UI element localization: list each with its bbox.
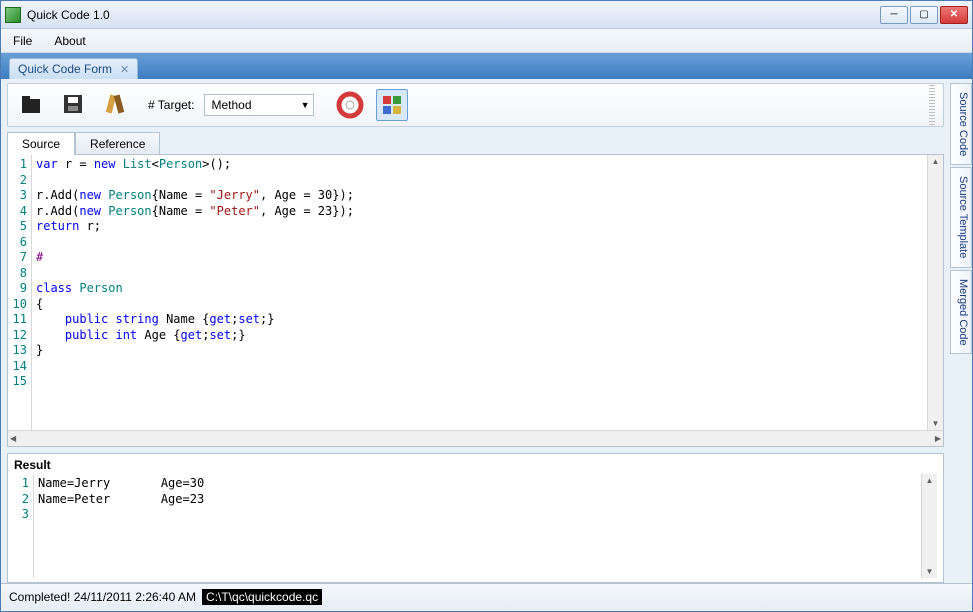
doc-tab-quickcodeform[interactable]: Quick Code Form ✕	[9, 58, 138, 79]
menu-file[interactable]: File	[9, 32, 36, 50]
target-value: Method	[211, 98, 251, 112]
side-tab-source-code[interactable]: Source Code	[950, 83, 972, 165]
doc-tab-label: Quick Code Form	[18, 62, 112, 76]
code-editor[interactable]: 123456789101112131415 var r = new List<P…	[7, 154, 944, 447]
result-scrollbar-vertical[interactable]: ▲ ▼	[921, 474, 937, 578]
side-tab-source-template[interactable]: Source Template	[950, 167, 972, 267]
main-column: # Target: Method ▼ Source Reference 1234…	[1, 79, 950, 583]
toolbar-grip	[929, 85, 935, 125]
editor-scrollbar-horizontal[interactable]: ◀ ▶	[8, 430, 943, 446]
result-gutter: 123	[14, 474, 34, 578]
status-filepath: C:\T\qc\quickcode.qc	[202, 589, 322, 605]
workspace: # Target: Method ▼ Source Reference 1234…	[1, 79, 972, 583]
folder-icon	[18, 91, 46, 119]
app-icon	[5, 7, 21, 23]
result-title: Result	[14, 458, 937, 472]
pencil-ruler-icon	[102, 91, 130, 119]
chevron-down-icon: ▼	[301, 100, 310, 110]
result-panel: Result 123 Name=Jerry Age=30Name=Peter A…	[7, 453, 944, 583]
floppy-icon	[60, 91, 88, 119]
editor-scrollbar-vertical[interactable]: ▲ ▼	[927, 155, 943, 430]
maximize-button[interactable]: ▢	[910, 6, 938, 24]
lifebuoy-icon	[336, 91, 364, 119]
window-controls: ─ ▢ ✕	[880, 6, 968, 24]
code-tabs: Source Reference	[7, 131, 944, 154]
scroll-up-icon[interactable]: ▲	[924, 474, 936, 487]
scroll-left-icon[interactable]: ◀	[8, 432, 18, 445]
edit-button[interactable]	[100, 89, 132, 121]
statusbar: Completed! 24/11/2011 2:26:40 AM C:\T\qc…	[1, 583, 972, 609]
titlebar: Quick Code 1.0 ─ ▢ ✕	[1, 1, 972, 29]
open-button[interactable]	[16, 89, 48, 121]
editor-content[interactable]: var r = new List<Person>(); r.Add(new Pe…	[32, 155, 927, 430]
close-button[interactable]: ✕	[940, 6, 968, 24]
status-completed: Completed! 24/11/2011 2:26:40 AM	[9, 590, 196, 604]
editor-gutter: 123456789101112131415	[8, 155, 32, 430]
windows-icon	[380, 93, 404, 117]
toolbar: # Target: Method ▼	[7, 83, 944, 127]
scroll-down-icon[interactable]: ▼	[930, 417, 942, 430]
minimize-button[interactable]: ─	[880, 6, 908, 24]
tab-reference[interactable]: Reference	[75, 132, 160, 155]
run-button[interactable]	[376, 89, 408, 121]
window-title: Quick Code 1.0	[27, 8, 880, 22]
scroll-down-icon[interactable]: ▼	[924, 565, 936, 578]
menubar: File About	[1, 29, 972, 53]
result-content: Name=Jerry Age=30Name=Peter Age=23	[34, 474, 921, 578]
target-dropdown[interactable]: Method ▼	[204, 94, 314, 116]
save-button[interactable]	[58, 89, 90, 121]
doc-tab-close-icon[interactable]: ✕	[120, 63, 129, 76]
menu-about[interactable]: About	[50, 32, 89, 50]
help-button[interactable]	[334, 89, 366, 121]
side-tab-merged-code[interactable]: Merged Code	[950, 270, 972, 355]
side-tabs: Source Code Source Template Merged Code	[950, 79, 972, 583]
scroll-up-icon[interactable]: ▲	[930, 155, 942, 168]
document-tabstrip: Quick Code Form ✕	[1, 53, 972, 79]
tab-source[interactable]: Source	[7, 132, 75, 155]
target-label: # Target:	[148, 98, 194, 112]
scroll-right-icon[interactable]: ▶	[933, 432, 943, 445]
